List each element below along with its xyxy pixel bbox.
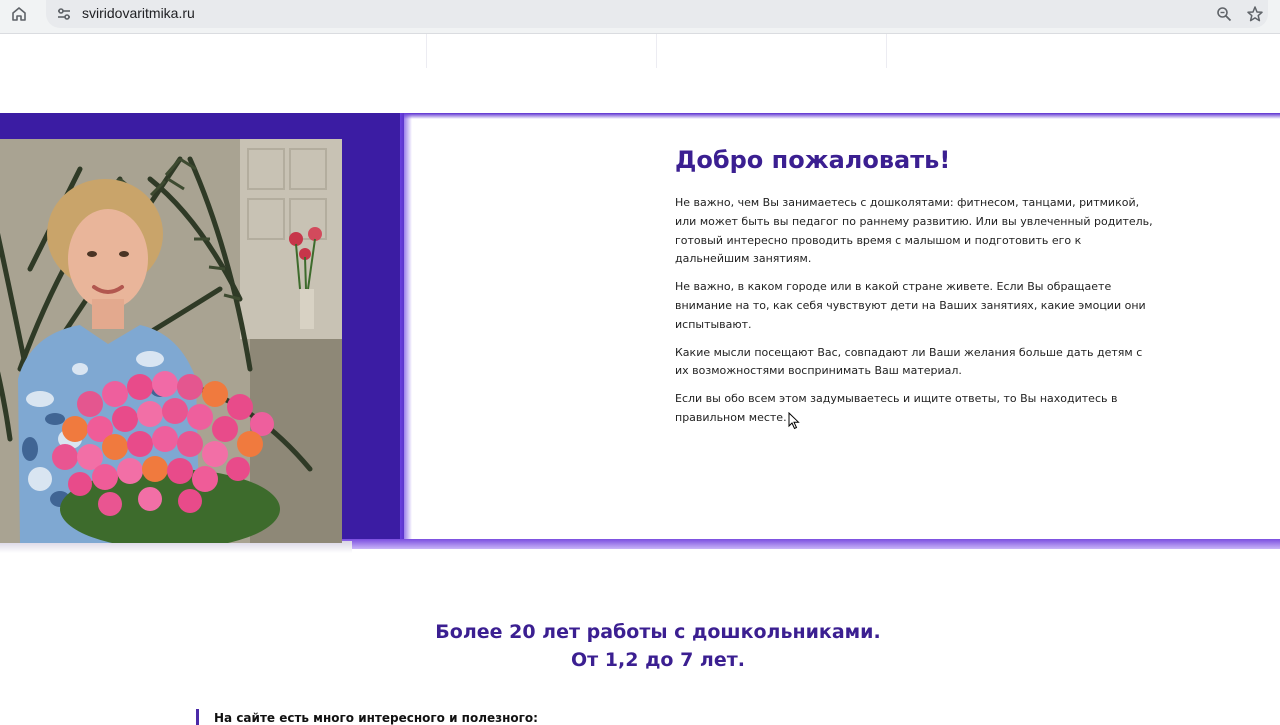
experience-line: От 1,2 до 7 лет. <box>571 649 745 671</box>
column-divider <box>886 34 887 68</box>
address-bar[interactable]: sviridovaritmika.ru <box>46 0 1268 28</box>
home-icon[interactable] <box>8 3 30 25</box>
teacher-photo <box>0 139 342 543</box>
mouse-cursor-icon <box>788 412 800 430</box>
zoom-icon[interactable] <box>1214 4 1234 24</box>
column-divider <box>426 34 427 68</box>
welcome-paragraph: Если вы обо всем этом задумываетесь и ищ… <box>675 392 1118 424</box>
bookmark-star-icon[interactable] <box>1244 3 1266 25</box>
url-text[interactable]: sviridovaritmika.ru <box>82 5 195 21</box>
browser-toolbar: sviridovaritmika.ru <box>0 0 1280 34</box>
welcome-text: Не важно, чем Вы занимаетесь с дошколята… <box>675 194 1155 437</box>
section-border-glow <box>400 113 1280 119</box>
welcome-heading: Добро пожаловать! <box>675 146 951 174</box>
experience-line: Более 20 лет работы с дошкольниками. <box>435 621 881 643</box>
note-text: На сайте есть много интересного и полезн… <box>214 711 538 725</box>
site-settings-icon[interactable] <box>54 4 74 24</box>
welcome-paragraph: Какие мысли посещают Вас, совпадают ли В… <box>675 345 1143 378</box>
panel-glow <box>400 113 412 545</box>
welcome-paragraph: Не важно, чем Вы занимаетесь с дошколята… <box>675 196 1153 266</box>
previous-section-remnant <box>0 34 1280 112</box>
experience-heading: Более 20 лет работы с дошкольниками. От … <box>0 618 1280 674</box>
note-accent-bar <box>196 709 199 725</box>
welcome-paragraph: Не важно, в каком городе или в какой стр… <box>675 280 1146 331</box>
column-divider <box>656 34 657 68</box>
